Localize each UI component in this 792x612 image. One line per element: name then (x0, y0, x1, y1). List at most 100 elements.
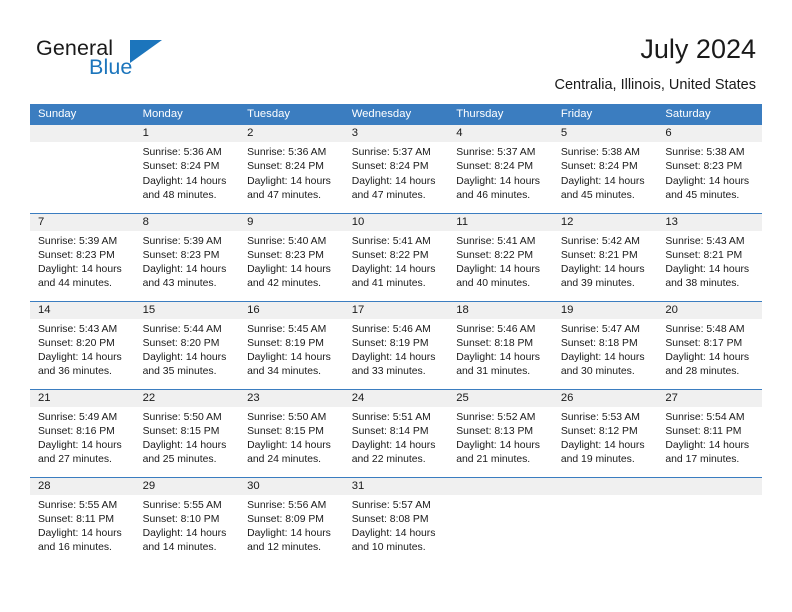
day-number: 20 (657, 301, 762, 319)
day-daylight1-text: Daylight: 14 hours (142, 528, 227, 540)
day-daylight1-text: Daylight: 14 hours (560, 175, 645, 187)
day-daylight2-text: and 19 minutes. (560, 454, 635, 466)
calendar-day-cell[interactable]: 28 Sunrise: 5:55 AM Sunset: 8:11 PM Dayligh… (30, 476, 135, 565)
day-daylight2-text: and 28 minutes. (665, 366, 740, 378)
day-sun-info: Sunrise: 5:36 AM Sunset: 8:24 PM Daylight:… (135, 142, 240, 203)
calendar-day-cell[interactable]: 6 Sunrise: 5:38 AM Sunset: 8:23 PM Daylight… (657, 125, 762, 213)
calendar-day-cell[interactable]: 9 Sunrise: 5:40 AM Sunset: 8:23 PM Daylight… (239, 212, 344, 301)
day-sunset-text: Sunset: 8:16 PM (38, 425, 115, 437)
day-daylight1-text: Daylight: 14 hours (142, 440, 227, 452)
calendar-day-cell[interactable]: 10 Sunrise: 5:41 AM Sunset: 8:22 PM Dayligh… (343, 212, 449, 301)
calendar-day-cell[interactable]: 27 Sunrise: 5:54 AM Sunset: 8:11 PM Dayligh… (657, 388, 762, 477)
day-sun-info: Sunrise: 5:41 AM Sunset: 8:22 PM Daylight:… (344, 231, 449, 292)
day-sunrise-text: Sunrise: 5:47 AM (560, 323, 640, 335)
page-title: July 2024 (640, 34, 756, 64)
calendar-page: General Blue July 2024 Centralia, Illino… (0, 0, 792, 612)
day-daylight2-text: and 40 minutes. (456, 278, 531, 290)
day-daylight1-text: Daylight: 14 hours (247, 264, 331, 276)
day-sunrise-text: Sunrise: 5:54 AM (665, 411, 745, 423)
day-sun-info: Sunrise: 5:56 AM Sunset: 8:09 PM Daylight:… (239, 495, 344, 556)
day-sunset-text: Sunset: 8:12 PM (560, 425, 638, 437)
calendar-day-cell[interactable]: 18 Sunrise: 5:46 AM Sunset: 8:18 PM Dayligh… (448, 300, 553, 389)
day-number: 7 (30, 213, 135, 231)
day-daylight2-text: and 38 minutes. (665, 278, 740, 290)
day-sunrise-text: Sunrise: 5:57 AM (351, 499, 431, 511)
calendar-day-cell[interactable]: 29 Sunrise: 5:55 AM Sunset: 8:10 PM Dayligh… (134, 476, 240, 565)
day-sunset-text: Sunset: 8:15 PM (142, 425, 220, 437)
day-number: 27 (657, 389, 762, 407)
day-daylight2-text: and 25 minutes. (142, 454, 217, 466)
day-sunrise-text: Sunrise: 5:40 AM (247, 235, 327, 247)
day-number: 5 (552, 125, 658, 142)
day-sunset-text: Sunset: 8:22 PM (456, 249, 534, 261)
day-sunrise-text: Sunrise: 5:43 AM (665, 235, 745, 247)
calendar-day-cell-empty (552, 476, 658, 565)
day-sunset-text: Sunset: 8:15 PM (247, 425, 324, 437)
calendar-day-cell[interactable]: 21 Sunrise: 5:49 AM Sunset: 8:16 PM Dayligh… (30, 388, 135, 477)
day-sun-info: Sunrise: 5:55 AM Sunset: 8:10 PM Daylight:… (135, 495, 240, 556)
calendar-day-cell[interactable]: 23 Sunrise: 5:50 AM Sunset: 8:15 PM Dayligh… (239, 388, 344, 477)
calendar-day-cell[interactable]: 15 Sunrise: 5:44 AM Sunset: 8:20 PM Dayligh… (134, 300, 240, 389)
day-sunrise-text: Sunrise: 5:42 AM (560, 235, 640, 247)
day-sun-info: Sunrise: 5:41 AM Sunset: 8:22 PM Daylight:… (448, 231, 553, 292)
day-daylight2-text: and 12 minutes. (247, 542, 322, 554)
calendar-day-cell[interactable]: 20 Sunrise: 5:48 AM Sunset: 8:17 PM Dayligh… (657, 300, 762, 389)
weekday-header-tuesday: Tuesday (239, 104, 344, 125)
day-daylight1-text: Daylight: 14 hours (456, 175, 540, 187)
day-daylight2-text: and 21 minutes. (456, 454, 531, 466)
day-sunset-text: Sunset: 8:22 PM (351, 249, 429, 261)
calendar-day-cell[interactable]: 16 Sunrise: 5:45 AM Sunset: 8:19 PM Dayligh… (239, 300, 344, 389)
calendar-day-cell[interactable]: 30 Sunrise: 5:56 AM Sunset: 8:09 PM Dayligh… (239, 476, 344, 565)
calendar-day-cell[interactable]: 22 Sunrise: 5:50 AM Sunset: 8:15 PM Dayligh… (134, 388, 240, 477)
calendar-day-cell[interactable]: 14 Sunrise: 5:43 AM Sunset: 8:20 PM Dayligh… (30, 300, 135, 389)
day-daylight1-text: Daylight: 14 hours (247, 175, 331, 187)
day-sun-info: Sunrise: 5:38 AM Sunset: 8:24 PM Daylight:… (553, 142, 658, 203)
day-sunrise-text: Sunrise: 5:36 AM (142, 147, 222, 158)
weekday-header-wednesday: Wednesday (343, 104, 449, 125)
day-sunset-text: Sunset: 8:11 PM (38, 513, 115, 525)
logo-triangle-icon (130, 40, 162, 63)
calendar-day-cell[interactable]: 31 Sunrise: 5:57 AM Sunset: 8:08 PM Dayligh… (343, 476, 449, 565)
calendar-day-cell[interactable]: 17 Sunrise: 5:46 AM Sunset: 8:19 PM Dayligh… (343, 300, 449, 389)
day-daylight1-text: Daylight: 14 hours (456, 440, 540, 452)
day-daylight1-text: Daylight: 14 hours (142, 175, 227, 187)
day-daylight2-text: and 10 minutes. (351, 542, 426, 554)
calendar-day-cell-empty (30, 125, 135, 213)
calendar-day-cell[interactable]: 4 Sunrise: 5:37 AM Sunset: 8:24 PM Daylight… (448, 125, 553, 213)
day-sun-info: Sunrise: 5:57 AM Sunset: 8:08 PM Daylight:… (344, 495, 449, 556)
day-sun-info: Sunrise: 5:40 AM Sunset: 8:23 PM Daylight:… (239, 231, 344, 292)
calendar-week-row: 28 Sunrise: 5:55 AM Sunset: 8:11 PM Dayligh… (30, 476, 762, 565)
calendar-day-cell[interactable]: 5 Sunrise: 5:38 AM Sunset: 8:24 PM Daylight… (552, 125, 658, 213)
page-subtitle-location: Centralia, Illinois, United States (554, 77, 757, 93)
calendar-day-cell[interactable]: 25 Sunrise: 5:52 AM Sunset: 8:13 PM Dayligh… (448, 388, 553, 477)
day-sunrise-text: Sunrise: 5:37 AM (351, 147, 431, 158)
day-sunset-text: Sunset: 8:20 PM (38, 337, 115, 349)
calendar-day-cell[interactable]: 1 Sunrise: 5:36 AM Sunset: 8:24 PM Daylight… (134, 125, 240, 213)
day-sun-info: Sunrise: 5:36 AM Sunset: 8:24 PM Daylight:… (239, 142, 344, 203)
calendar-day-cell[interactable]: 19 Sunrise: 5:47 AM Sunset: 8:18 PM Dayligh… (552, 300, 658, 389)
day-sunset-text: Sunset: 8:17 PM (665, 337, 743, 349)
calendar-day-cell[interactable]: 7 Sunrise: 5:39 AM Sunset: 8:23 PM Daylight… (30, 212, 135, 301)
day-sun-info: Sunrise: 5:45 AM Sunset: 8:19 PM Daylight:… (239, 319, 344, 380)
day-sun-info: Sunrise: 5:51 AM Sunset: 8:14 PM Daylight:… (344, 407, 449, 468)
calendar-day-cell[interactable]: 2 Sunrise: 5:36 AM Sunset: 8:24 PM Daylight… (239, 125, 344, 213)
day-daylight2-text: and 46 minutes. (456, 189, 531, 201)
general-blue-logo[interactable]: General Blue (36, 36, 236, 82)
calendar-day-cell[interactable]: 26 Sunrise: 5:53 AM Sunset: 8:12 PM Dayligh… (552, 388, 658, 477)
day-number: 21 (30, 389, 135, 407)
calendar-day-cell[interactable]: 3 Sunrise: 5:37 AM Sunset: 8:24 PM Daylight… (343, 125, 449, 213)
calendar-day-cell[interactable]: 13 Sunrise: 5:43 AM Sunset: 8:21 PM Dayligh… (657, 212, 762, 301)
day-sunrise-text: Sunrise: 5:53 AM (560, 411, 640, 423)
day-daylight1-text: Daylight: 14 hours (38, 440, 122, 452)
day-sunrise-text: Sunrise: 5:46 AM (351, 323, 431, 335)
calendar-day-cell[interactable]: 11 Sunrise: 5:41 AM Sunset: 8:22 PM Dayligh… (448, 212, 553, 301)
day-number: 11 (448, 213, 553, 231)
day-daylight1-text: Daylight: 14 hours (351, 440, 436, 452)
day-daylight1-text: Daylight: 14 hours (665, 175, 750, 187)
calendar-day-cell[interactable]: 8 Sunrise: 5:39 AM Sunset: 8:23 PM Daylight… (134, 212, 240, 301)
calendar-day-cell[interactable]: 12 Sunrise: 5:42 AM Sunset: 8:21 PM Dayligh… (552, 212, 658, 301)
day-daylight2-text: and 27 minutes. (38, 454, 112, 466)
weekday-header-sunday: Sunday (30, 104, 135, 125)
calendar-day-cell[interactable]: 24 Sunrise: 5:51 AM Sunset: 8:14 PM Dayligh… (343, 388, 449, 477)
day-sun-info: Sunrise: 5:39 AM Sunset: 8:23 PM Daylight:… (30, 231, 135, 292)
